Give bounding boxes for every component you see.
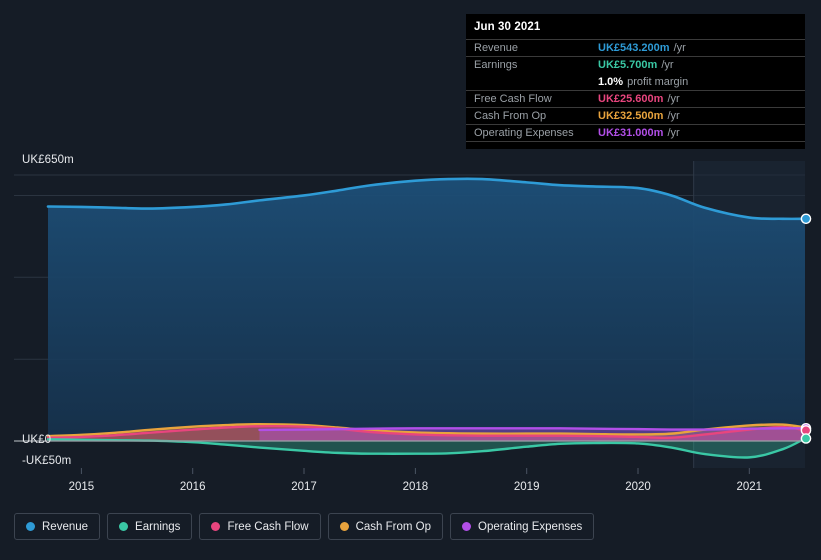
tooltip-row-unit: /yr (661, 59, 674, 71)
legend-item-label: Cash From Op (355, 520, 432, 533)
tooltip-row-label: Revenue (474, 42, 519, 54)
tooltip-row: Earnings UK£5.700m/yr (466, 56, 805, 73)
tooltip-date: Jun 30 2021 (474, 21, 541, 33)
chart-tooltip: Jun 30 2021 Revenue UK£543.200m/yr Earning… (466, 14, 805, 149)
x-axis-label-2018: 2018 (402, 481, 429, 493)
legend-color-dot-icon (462, 522, 472, 531)
series-areas (48, 178, 805, 458)
tooltip-row-label: Operating Expenses (474, 127, 574, 139)
legend-color-dot-icon (119, 522, 129, 531)
tooltip-row: Operating Expenses UK£31.000m/yr (466, 124, 805, 141)
x-axis-label-2017: 2017 (291, 481, 317, 493)
chart-legend[interactable]: Revenue Earnings Free Cash Flow Cash From O… (14, 513, 595, 540)
tooltip-row-unit: /yr (667, 110, 680, 122)
chart-page: UK£650m UK£0 -UK£50m 2015 2016 2017 2018 201… (0, 0, 821, 560)
tooltip-bottom-rule (466, 141, 805, 142)
tooltip-row-value: UK£31.000m (598, 127, 664, 139)
tooltip-row-unit: /yr (667, 127, 680, 139)
x-axis-label-2016: 2016 (179, 481, 206, 493)
tooltip-row-unit: /yr (673, 42, 686, 54)
legend-item-free-cash-flow[interactable]: Free Cash Flow (199, 513, 321, 540)
legend-item-label: Earnings (135, 520, 181, 533)
legend-item-label: Revenue (42, 520, 89, 533)
x-axis-label-2015: 2015 (68, 481, 95, 493)
tooltip-row-value: 1.0% (598, 75, 624, 88)
tooltip-row-value: UK£32.500m (598, 110, 664, 122)
tooltip-row: 1.0% profit margin (466, 73, 805, 90)
x-axis-label-2021: 2021 (736, 481, 763, 493)
tooltip-row: Free Cash Flow UK£25.600m/yr (466, 90, 805, 107)
legend-item-operating-expenses[interactable]: Operating Expenses (450, 513, 595, 540)
legend-color-dot-icon (211, 522, 221, 531)
tooltip-rows: Revenue UK£543.200m/yr Earnings UK£5.700m/y… (466, 39, 805, 142)
legend-item-label: Free Cash Flow (227, 520, 309, 533)
legend-item-revenue[interactable]: Revenue (14, 513, 101, 540)
legend-item-earnings[interactable]: Earnings (107, 513, 193, 540)
tooltip-row: Cash From Op UK£32.500m/yr (466, 107, 805, 124)
tooltip-row-label: Cash From Op (474, 110, 547, 122)
tooltip-row-unit: profit margin (627, 75, 689, 88)
tooltip-row-value: UK£5.700m (598, 59, 658, 71)
tooltip-row-label: Earnings (474, 59, 518, 71)
tooltip-row-label: Free Cash Flow (474, 93, 552, 105)
tooltip-row: Revenue UK£543.200m/yr (466, 39, 805, 56)
x-axis-label-2019: 2019 (513, 481, 540, 493)
tooltip-row-value: UK£543.200m (598, 42, 670, 54)
tooltip-row-value: UK£25.600m (598, 93, 664, 105)
legend-item-label: Operating Expenses (478, 520, 583, 533)
tooltip-row-unit: /yr (667, 93, 680, 105)
legend-color-dot-icon (26, 522, 35, 531)
legend-item-cash-from-op[interactable]: Cash From Op (327, 513, 444, 540)
legend-color-dot-icon (339, 522, 349, 531)
x-axis-label-2020: 2020 (625, 481, 651, 493)
